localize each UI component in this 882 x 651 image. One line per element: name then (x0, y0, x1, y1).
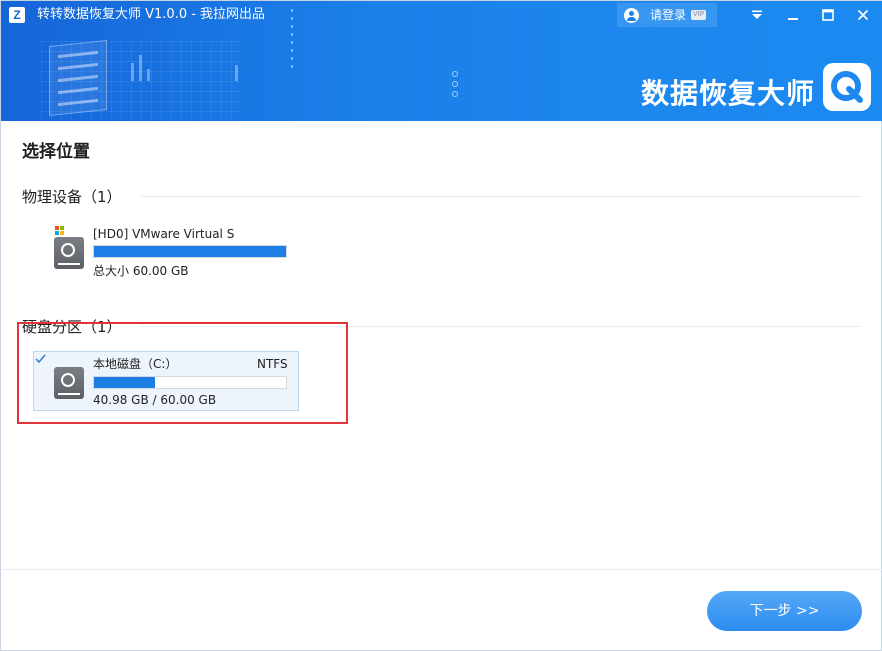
app-logo: Z (9, 7, 25, 23)
close-icon (857, 9, 869, 21)
partitions-label: 硬盘分区（1） (22, 318, 122, 336)
menu-button[interactable] (743, 3, 771, 27)
minimize-icon (788, 18, 798, 20)
maximize-icon (822, 9, 834, 21)
user-icon (624, 7, 639, 23)
partition-usage-text: 40.98 GB / 60.00 GB (93, 393, 217, 407)
login-label: 请登录 (650, 8, 687, 22)
partition-usage-bar (93, 376, 287, 389)
footer-divider (2, 569, 882, 570)
panel-decoration (49, 39, 107, 117)
hard-disk-icon (54, 367, 84, 399)
checkmark-icon[interactable] (34, 352, 47, 365)
physical-devices-label: 物理设备（1） (22, 188, 122, 206)
minimize-button[interactable] (779, 3, 807, 27)
close-button[interactable] (849, 3, 877, 27)
divider (141, 196, 861, 197)
partition-name: 本地磁盘（C:） (93, 357, 178, 371)
divider (141, 326, 861, 327)
login-button[interactable]: 请登录 VIP (617, 3, 717, 27)
line-decoration (291, 9, 293, 69)
partition-usage-fill (94, 377, 156, 388)
chevron-down-icon (752, 10, 762, 19)
vip-badge: VIP (691, 10, 707, 20)
windows-logo-icon (55, 226, 65, 236)
hard-disk-icon (54, 237, 84, 269)
brand-title: 数据恢复大师 (641, 77, 816, 110)
brand-q-icon (831, 71, 863, 103)
device-total-size: 总大小 60.00 GB (93, 264, 189, 278)
window-title: 转转数据恢复大师 V1.0.0 - 我拉网出品 (37, 7, 266, 22)
maximize-button[interactable] (814, 3, 842, 27)
app-window: Z 转转数据恢复大师 V1.0.0 - 我拉网出品 请登录 VIP 数据恢复大师… (0, 0, 882, 651)
device-usage-fill (94, 246, 286, 257)
device-usage-bar (93, 245, 287, 258)
next-button[interactable]: 下一步 >> (707, 591, 862, 631)
device-name: [HD0] VMware Virtual S (93, 227, 235, 241)
dots-decoration (452, 71, 458, 101)
partition-filesystem: NTFS (257, 357, 288, 371)
brand-logo (823, 63, 871, 111)
header-banner: Z 转转数据恢复大师 V1.0.0 - 我拉网出品 请登录 VIP 数据恢复大师 (1, 1, 882, 121)
page-title: 选择位置 (22, 142, 90, 162)
